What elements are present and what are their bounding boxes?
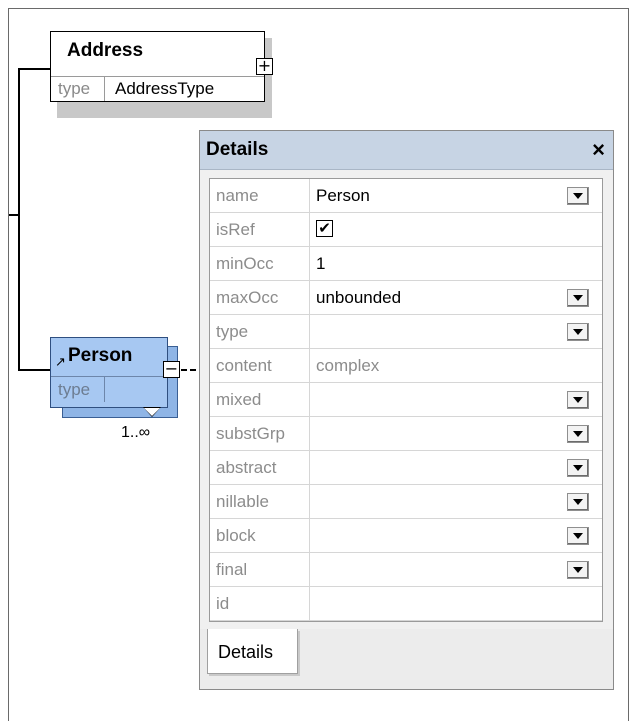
column-divider: [309, 417, 310, 450]
details-panel-title: Details: [206, 139, 269, 160]
properties-grid: name Person isRef ✔ minOcc 1 maxOcc unbo…: [209, 178, 603, 622]
dropdown-arrow-icon[interactable]: [567, 493, 589, 511]
column-divider: [309, 587, 310, 620]
property-label: nillable: [216, 492, 269, 511]
property-label: substGrp: [216, 424, 285, 443]
tab-details-label: Details: [218, 642, 274, 662]
dropdown-arrow-icon[interactable]: [567, 187, 589, 205]
property-value[interactable]: Person: [316, 186, 370, 206]
property-label: block: [216, 526, 256, 545]
address-expand-icon[interactable]: +: [256, 58, 273, 75]
property-label: mixed: [216, 390, 262, 409]
dropdown-arrow-icon[interactable]: [567, 323, 589, 341]
column-divider: [309, 485, 310, 518]
connector-person-out-2: [190, 369, 196, 371]
property-row-content: content complex: [210, 349, 602, 383]
person-type-row: type: [51, 376, 167, 403]
close-icon[interactable]: ×: [592, 137, 605, 163]
address-type-row: type AddressType: [51, 76, 264, 101]
property-row-id[interactable]: id: [210, 587, 602, 621]
property-row-mixed[interactable]: mixed: [210, 383, 602, 417]
sequence-marker-icon: [144, 408, 160, 416]
address-type-label: type: [58, 79, 91, 98]
address-element-name: Address: [67, 40, 144, 61]
property-row-maxocc[interactable]: maxOcc unbounded: [210, 281, 602, 315]
property-label: minOcc: [216, 254, 274, 273]
column-divider: [309, 247, 310, 280]
column-divider: [309, 553, 310, 586]
property-row-final[interactable]: final: [210, 553, 602, 587]
dropdown-arrow-icon[interactable]: [567, 561, 589, 579]
column-divider: [309, 213, 310, 246]
dropdown-arrow-icon[interactable]: [567, 391, 589, 409]
details-panel-header: Details ×: [200, 131, 613, 170]
property-label: isRef: [216, 220, 255, 239]
property-value[interactable]: 1: [316, 254, 325, 274]
connector-to-person: [18, 369, 51, 371]
property-label: id: [216, 594, 230, 613]
person-type-label: type: [58, 380, 91, 399]
property-label: final: [216, 560, 248, 579]
property-row-substgrp[interactable]: substGrp: [210, 417, 602, 451]
property-row-isref[interactable]: isRef ✔: [210, 213, 602, 247]
connector-to-address: [18, 68, 51, 70]
property-label: type: [216, 322, 249, 341]
connector-person-out: [181, 369, 187, 371]
person-element[interactable]: ↗ Person type: [50, 337, 168, 408]
property-value: complex: [316, 356, 380, 375]
column-divider: [309, 179, 310, 212]
property-label: name: [216, 186, 259, 205]
reference-arrow-icon: ↗: [55, 355, 66, 370]
property-row-nillable[interactable]: nillable: [210, 485, 602, 519]
dropdown-arrow-icon[interactable]: [567, 527, 589, 545]
property-label: abstract: [216, 458, 277, 477]
column-divider: [309, 315, 310, 348]
property-row-minocc[interactable]: minOcc 1: [210, 247, 602, 281]
address-type-divider: [104, 77, 105, 101]
person-occurrence: 1..∞: [121, 424, 151, 441]
property-row-name[interactable]: name Person: [210, 179, 602, 213]
column-divider: [309, 519, 310, 552]
tab-details[interactable]: Details: [207, 629, 298, 674]
person-type-divider: [104, 377, 105, 402]
person-collapse-icon[interactable]: −: [163, 361, 180, 378]
person-element-name: Person: [68, 345, 133, 366]
property-label: maxOcc: [216, 288, 279, 307]
details-panel: Details × name Person isRef ✔ minOcc 1 m…: [199, 130, 614, 690]
address-type-value: AddressType: [115, 79, 215, 98]
dropdown-arrow-icon[interactable]: [567, 425, 589, 443]
property-row-abstract[interactable]: abstract: [210, 451, 602, 485]
property-row-block[interactable]: block: [210, 519, 602, 553]
isref-checkbox[interactable]: ✔: [316, 220, 333, 237]
column-divider: [309, 451, 310, 484]
column-divider: [309, 383, 310, 416]
column-divider: [309, 281, 310, 314]
property-label: content: [216, 356, 272, 375]
dropdown-arrow-icon[interactable]: [567, 459, 589, 477]
property-value[interactable]: unbounded: [316, 288, 401, 308]
connector-vertical: [18, 68, 20, 371]
property-row-type[interactable]: type: [210, 315, 602, 349]
dropdown-arrow-icon[interactable]: [567, 289, 589, 307]
column-divider: [309, 349, 310, 382]
panel-tab-bar: Details: [200, 629, 613, 689]
address-element[interactable]: Address type AddressType: [50, 31, 265, 102]
